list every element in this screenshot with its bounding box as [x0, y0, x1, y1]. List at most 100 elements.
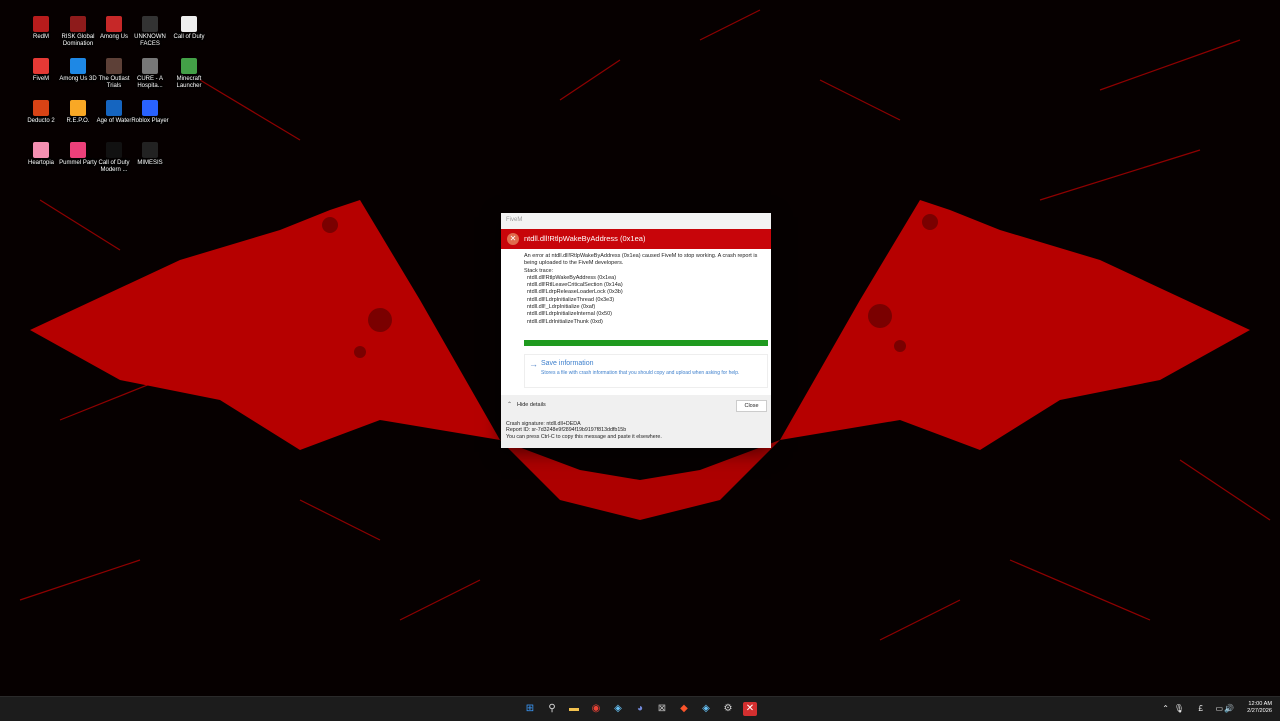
crash-dialog: FiveM ✕ ntdll.dll!RtlpWakeByAddress (0x1… — [501, 213, 771, 448]
desktop-icon[interactable]: RedM — [22, 16, 60, 41]
stack-trace: ntdll.dll!RtlpWakeByAddress (0x1ea) ntdll… — [524, 275, 767, 326]
stack-trace-line: ntdll.dll!_LdrpInitialize (0xaf) — [527, 304, 596, 311]
file-explorer-icon[interactable]: ▬ — [567, 702, 581, 716]
desktop-icon-label: The Outlast Trials — [98, 76, 130, 89]
steam-icon-2[interactable]: ◈ — [699, 702, 713, 716]
app-icon — [70, 142, 86, 158]
clock[interactable]: 12:00 AM 2/27/2026 — [1247, 701, 1272, 715]
desktop-icon-label: Among Us 3D — [59, 76, 97, 82]
desktop-icon[interactable]: Call of Duty Modern ... — [95, 142, 133, 174]
desktop-icon[interactable]: Heartopia — [22, 142, 60, 167]
app-icon — [70, 16, 86, 32]
desktop-icon-label: Heartopia — [27, 160, 54, 166]
search-icon[interactable]: ⚲ — [545, 702, 559, 716]
hide-details-toggle[interactable]: ⌃ Hide details — [507, 401, 546, 408]
chevron-up-icon[interactable]: ⌃ — [1162, 704, 1169, 713]
dialog-footer: ⌃ Hide details Close Crash signature: ntd… — [501, 395, 771, 448]
stack-label: Stack trace: — [524, 267, 554, 274]
windows-start-icon[interactable]: ⊞ — [523, 702, 537, 716]
stack-trace-line: ntdll.dll!RtlpWakeByAddress (0x1ea) — [527, 274, 617, 281]
desktop-icon[interactable]: R.E.P.O. — [59, 100, 97, 125]
desktop-icon-label: UNKNOWN FACES — [134, 34, 166, 47]
desktop-icon[interactable]: Age of Water — [95, 100, 133, 125]
window-title: FiveM — [501, 213, 771, 229]
desktop-icon[interactable]: Minecraft Launcher — [170, 58, 208, 90]
app-icon — [106, 100, 122, 116]
error-header: ✕ ntdll.dll!RtlpWakeByAddress (0x1ea) — [501, 229, 771, 249]
currency-icon[interactable]: £ — [1199, 704, 1203, 713]
arrow-right-icon: → — [529, 358, 538, 369]
app-icon — [142, 16, 158, 32]
taskbar: ⊞ ⚲ ▬ ◉ ◈ ◕ ⊠ ◆ ◈ ⚙ ✕ ⌃ 🎙 £ ▭ 🔊 12:00 AM 2/27/2026 — [0, 696, 1280, 721]
app-icon — [142, 58, 158, 74]
hide-details-label: Hide details — [517, 402, 546, 408]
microphone-icon[interactable]: 🎙 — [1174, 704, 1184, 713]
error-message: An error at ntdll.dll!RtlpWakeByAddress … — [524, 253, 758, 267]
stack-trace-line: ntdll.dll!LdrpInitializeThread (0x3e3) — [527, 296, 615, 303]
desktop-icon[interactable]: Among Us 3D — [59, 58, 97, 83]
error-title: ntdll.dll!RtlpWakeByAddress (0x1ea) — [524, 234, 646, 243]
app-icon — [181, 16, 197, 32]
settings-icon[interactable]: ⚙ — [721, 702, 735, 716]
save-information-button[interactable]: → Save information Stores a file with cr… — [524, 353, 768, 388]
desktop-icon-label: Among Us — [99, 34, 128, 40]
desktop-icon-label: RedM — [32, 34, 49, 40]
stack-trace-line: ntdll.dll!LdrpInitializeInternal (0x50) — [527, 311, 612, 318]
network-icon[interactable]: ▭ — [1215, 704, 1223, 713]
desktop-icon-label: Pummel Party — [59, 160, 97, 166]
desktop-icon-label: Age of Water — [96, 118, 132, 124]
clock-date: 2/27/2026 — [1247, 708, 1272, 714]
desktop-icon[interactable]: CURE - A Hospita... — [131, 58, 169, 90]
app-icon — [142, 142, 158, 158]
discord-icon[interactable]: ◕ — [633, 702, 647, 716]
desktop-icon-label: RISK Global Domination — [61, 34, 95, 47]
save-information-description: Stores a file with crash information tha… — [541, 369, 740, 376]
desktop-icon-label: Call of Duty Modern ... — [98, 160, 130, 173]
desktop-icon-label: Roblox Player — [131, 118, 169, 124]
steam-icon[interactable]: ◈ — [611, 702, 625, 716]
xbox-icon[interactable]: ⊠ — [655, 702, 669, 716]
desktop-icon[interactable]: MIMESIS — [131, 142, 169, 167]
desktop-icon-label: CURE - A Hospita... — [136, 76, 163, 89]
app-icon — [33, 58, 49, 74]
app-icon — [106, 16, 122, 32]
desktop-icon[interactable]: Pummel Party — [59, 142, 97, 167]
copy-hint: You can press Ctrl-C to copy this messag… — [506, 433, 662, 440]
crash-details: Crash signature: ntdll.dll+DEDA Report I… — [506, 421, 662, 440]
desktop-icon[interactable]: RISK Global Domination — [59, 16, 97, 48]
clock-time: 12:00 AM — [1248, 701, 1272, 707]
desktop-icon[interactable]: Call of Duty — [170, 16, 208, 41]
error-icon: ✕ — [507, 233, 519, 245]
desktop-icon[interactable]: The Outlast Trials — [95, 58, 133, 90]
save-information-title: Save information — [541, 359, 594, 367]
upload-progress-bar — [524, 339, 768, 346]
brave-icon[interactable]: ◆ — [677, 702, 691, 716]
error-body: An error at ntdll.dll!RtlpWakeByAddress … — [501, 249, 771, 326]
stack-trace-line: ntdll.dll!LdrpReleaseLoaderLock (0x3b) — [527, 289, 623, 296]
app-icon — [106, 58, 122, 74]
stack-trace-line: ntdll.dll!LdrInitializeThunk (0xd) — [527, 318, 603, 325]
chrome-icon[interactable]: ◉ — [589, 702, 603, 716]
desktop-icon[interactable]: UNKNOWN FACES — [131, 16, 169, 48]
desktop-icon[interactable]: Deducto 2 — [22, 100, 60, 125]
desktop-icon[interactable]: FiveM — [22, 58, 60, 83]
desktop-icon-label: Minecraft Launcher — [176, 76, 202, 89]
desktop-icon-label: Call of Duty — [173, 34, 205, 40]
desktop-icon-label: R.E.P.O. — [66, 118, 90, 124]
app-icon — [70, 58, 86, 74]
app-icon — [181, 58, 197, 74]
desktop-icon-label: MIMESIS — [137, 160, 163, 166]
desktop-icon[interactable]: Roblox Player — [131, 100, 169, 125]
fivem-crash-icon[interactable]: ✕ — [743, 702, 757, 716]
desktop-icon[interactable]: Among Us — [95, 16, 133, 41]
desktop-icon-label: FiveM — [32, 76, 50, 82]
stack-trace-line: ntdll.dll!RtlLeaveCriticalSection (0x14a… — [527, 282, 623, 289]
app-icon — [142, 100, 158, 116]
close-button[interactable]: Close — [736, 400, 767, 412]
app-icon — [70, 100, 86, 116]
app-icon — [106, 142, 122, 158]
volume-icon[interactable]: 🔊 — [1224, 704, 1234, 713]
app-icon — [33, 16, 49, 32]
desktop-icon-label: Deducto 2 — [27, 118, 55, 124]
chevron-up-icon: ⌃ — [507, 402, 513, 408]
